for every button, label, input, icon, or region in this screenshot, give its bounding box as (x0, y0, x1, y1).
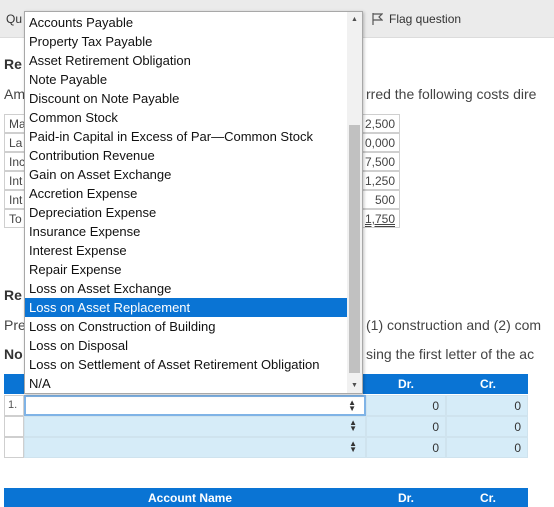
scroll-up-icon[interactable]: ▲ (347, 12, 362, 27)
scroll-thumb[interactable] (349, 125, 360, 373)
debit-input[interactable]: 0 (366, 416, 446, 437)
debit-input[interactable]: 0 (366, 437, 446, 458)
cost-value: 2,500 (364, 117, 395, 131)
journal-row: ▲ ▼ 0 0 (4, 416, 528, 437)
dropdown-option[interactable]: Note Payable (25, 70, 347, 89)
row-number (4, 437, 24, 458)
dropdown-option[interactable]: Gain on Asset Exchange (25, 165, 347, 184)
select-arrows-icon: ▲ ▼ (348, 398, 356, 413)
section-heading-1: Re (4, 56, 22, 72)
dropdown-option[interactable]: Insurance Expense (25, 222, 347, 241)
cost-value: 500 (374, 193, 395, 207)
dropdown-option[interactable]: Loss on Asset Replacement (25, 298, 347, 317)
journal-row: 1. ▲ ▼ 0 0 (4, 395, 528, 416)
dropdown-option[interactable]: Asset Retirement Obligation (25, 51, 347, 70)
dropdown-option[interactable]: Loss on Settlement of Asset Retirement O… (25, 355, 347, 374)
scroll-down-icon[interactable]: ▼ (347, 378, 362, 393)
cost-label: To (9, 212, 22, 226)
cost-total-value: 1,750 (364, 212, 395, 226)
flag-question-button[interactable]: Flag question (372, 12, 461, 26)
dropdown-option[interactable]: Accretion Expense (25, 184, 347, 203)
select-arrows-icon: ▲ ▼ (349, 418, 357, 433)
dropdown-option[interactable]: Discount on Note Payable (25, 89, 347, 108)
journal-row: ▲ ▼ 0 0 (4, 437, 528, 458)
dropdown-option[interactable]: Common Stock (25, 108, 347, 127)
debit-column-header: Dr. (398, 491, 415, 505)
account-dropdown-list[interactable]: Accounts Payable Property Tax Payable Asse… (24, 11, 363, 394)
dropdown-option[interactable]: Property Tax Payable (25, 32, 347, 51)
cost-label: Int (9, 174, 23, 188)
dropdown-option[interactable]: N/A (25, 374, 347, 393)
dropdown-option[interactable]: Depreciation Expense (25, 203, 347, 222)
cost-value: 7,500 (364, 155, 395, 169)
account-select[interactable]: ▲ ▼ (24, 437, 366, 458)
credit-input[interactable]: 0 (446, 395, 528, 416)
dropdown-option[interactable]: Accounts Payable (25, 13, 347, 32)
note-text-right: sing the first letter of the ac (366, 346, 535, 362)
requirement-text-right: (1) construction and (2) com (366, 317, 542, 333)
dropdown-option[interactable]: Contribution Revenue (25, 146, 347, 165)
intro-text-right: rred the following costs dire (366, 86, 537, 102)
dropdown-option[interactable]: Paid-in Capital in Excess of Par—Common … (25, 127, 347, 146)
debit-column-header: Dr. (398, 377, 415, 391)
account-select[interactable]: ▲ ▼ (24, 395, 366, 416)
cost-label: Int (9, 193, 23, 207)
dropdown-scrollbar[interactable]: ▲ ▼ (347, 12, 362, 393)
credit-input[interactable]: 0 (446, 416, 528, 437)
credit-column-header: Cr. (480, 377, 497, 391)
cost-value: 0,000 (364, 136, 395, 150)
cost-value: 1,250 (364, 174, 395, 188)
requirement-text-left: Pre (4, 317, 26, 333)
dropdown-option[interactable]: Loss on Construction of Building (25, 317, 347, 336)
question-label: Qu (6, 12, 23, 26)
dropdown-option[interactable]: Loss on Asset Exchange (25, 279, 347, 298)
intro-text-left: Am (4, 86, 25, 102)
dropdown-option[interactable]: Repair Expense (25, 260, 347, 279)
cost-label: Inc (9, 155, 26, 169)
credit-input[interactable]: 0 (446, 437, 528, 458)
row-number: 1. (4, 395, 24, 416)
journal-header-2: Account Name Dr. Cr. (4, 488, 528, 507)
flag-question-label: Flag question (389, 12, 462, 26)
row-number (4, 416, 24, 437)
section-heading-2: Re (4, 287, 22, 303)
note-label: No (4, 346, 23, 362)
dropdown-option[interactable]: Interest Expense (25, 241, 347, 260)
cost-label: La (9, 136, 23, 150)
credit-column-header: Cr. (480, 491, 497, 505)
dropdown-option[interactable]: Loss on Disposal (25, 336, 347, 355)
select-arrows-icon: ▲ ▼ (349, 439, 357, 454)
debit-input[interactable]: 0 (366, 395, 446, 416)
flag-icon (372, 13, 383, 25)
account-select[interactable]: ▲ ▼ (24, 416, 366, 437)
account-name-column-header: Account Name (148, 491, 233, 505)
